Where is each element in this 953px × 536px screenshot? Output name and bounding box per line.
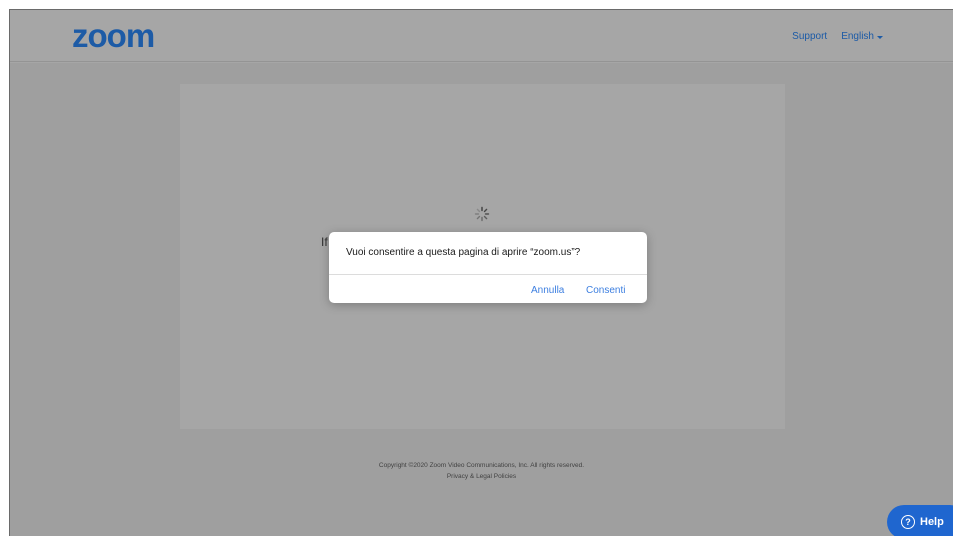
open-app-dialog: Vuoi consentire a questa pagina di aprir…	[329, 232, 647, 303]
allow-button[interactable]: Consenti	[586, 285, 625, 296]
dialog-message: Vuoi consentire a questa pagina di aprir…	[346, 247, 581, 258]
question-circle-icon: ?	[901, 515, 915, 529]
cancel-button[interactable]: Annulla	[531, 285, 564, 296]
help-button[interactable]: ? Help	[887, 505, 953, 536]
help-label: Help	[920, 516, 944, 528]
browser-window: zoom Support English If Copyright ©2020 …	[9, 9, 953, 536]
dialog-divider	[329, 274, 647, 275]
